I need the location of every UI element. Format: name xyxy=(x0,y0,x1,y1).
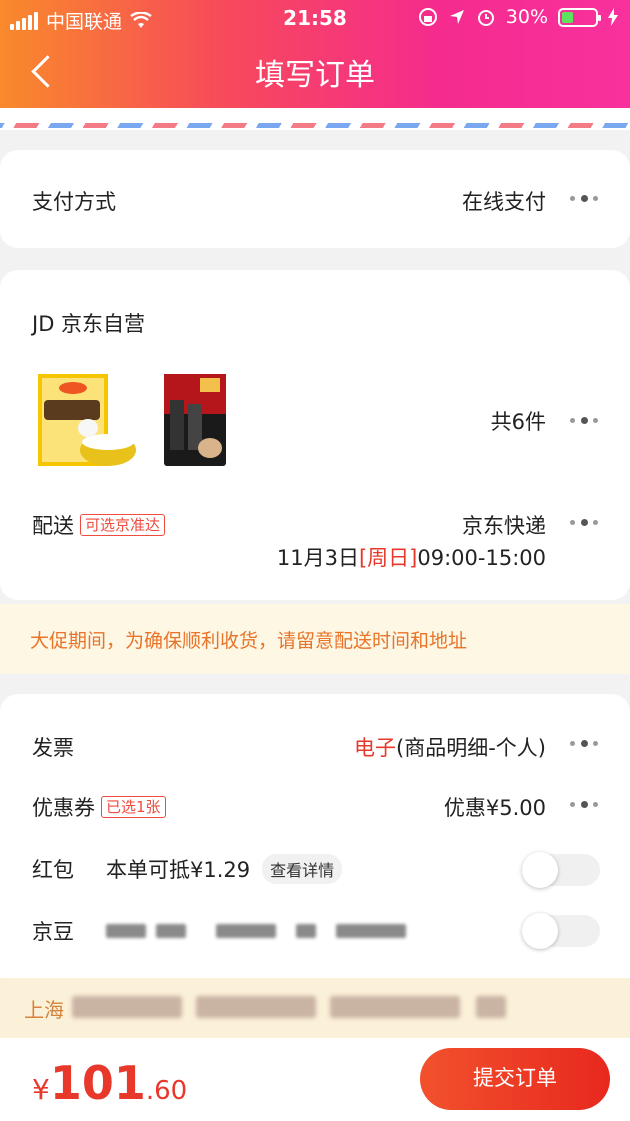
red-packet-text: 本单可抵¥1.29 xyxy=(106,858,251,882)
benefits-card: 发票 电子(商品明细-个人) 优惠券 已选1张 优惠¥5.00 红包 本单可抵¥… xyxy=(0,694,630,994)
more-icon[interactable] xyxy=(570,416,600,426)
address-bar[interactable]: 上海 xyxy=(0,978,630,1038)
address-redacted xyxy=(330,996,460,1018)
battery-icon xyxy=(558,7,601,27)
page-title: 填写订单 xyxy=(255,58,375,93)
payment-label: 支付方式 xyxy=(32,190,116,214)
coupon-tag: 已选1张 xyxy=(101,796,166,818)
address-redacted xyxy=(72,996,182,1018)
store-name: JD 京东自营 xyxy=(32,312,146,336)
notice-text: 大促期间，为确保顺利收货，请留意配送时间和地址 xyxy=(30,630,468,652)
invoice-value: 电子(商品明细-个人) xyxy=(354,736,546,760)
invoice-label: 发票 xyxy=(32,736,74,760)
more-icon[interactable] xyxy=(570,800,600,810)
red-packet-label: 红包 xyxy=(32,858,74,882)
promo-notice: 大促期间，为确保顺利收货，请留意配送时间和地址 xyxy=(0,604,630,674)
address-city: 上海 xyxy=(24,998,64,1022)
red-packet-toggle[interactable] xyxy=(522,852,600,888)
jingdou-label: 京豆 xyxy=(32,920,74,944)
coupon-label: 优惠券 xyxy=(32,796,95,820)
coupon-value: 优惠¥5.00 xyxy=(443,796,546,820)
jingdou-redacted-text xyxy=(106,924,416,940)
jingdou-toggle[interactable] xyxy=(522,913,600,949)
coupon-row[interactable]: 优惠券 已选1张 优惠¥5.00 xyxy=(32,792,598,822)
payment-value: 在线支付 xyxy=(462,190,546,214)
delivery-label: 配送 xyxy=(32,514,74,538)
delivery-time: 11月3日[周日]09:00-15:00 xyxy=(276,546,546,570)
store-card: JD 京东自营 共6件 配送 可选京准达 京东快递 11月3日[周日]09:00… xyxy=(0,270,630,600)
location-icon xyxy=(449,10,464,24)
item-count: 共6件 xyxy=(490,410,546,434)
address-stripe xyxy=(0,108,630,130)
lock-rotation-icon xyxy=(418,8,437,26)
red-packet-details-button[interactable]: 查看详情 xyxy=(262,854,343,884)
more-icon[interactable] xyxy=(570,739,600,749)
more-icon[interactable] xyxy=(570,194,600,204)
submit-order-button[interactable]: 提交订单 xyxy=(420,1048,610,1110)
status-bar: 中国联通 21:58 30% xyxy=(0,0,630,36)
charging-icon xyxy=(608,8,618,26)
address-redacted xyxy=(196,996,316,1018)
payment-card[interactable]: 支付方式 在线支付 xyxy=(0,150,630,248)
delivery-tag: 可选京准达 xyxy=(80,514,166,536)
checkout-bar: ¥101.60 提交订单 xyxy=(0,1038,630,1121)
battery-percent: 30% xyxy=(505,6,548,28)
header: 中国联通 21:58 30% 填写订单 xyxy=(0,0,630,108)
total-price: ¥101.60 xyxy=(32,1056,188,1110)
delivery-method: 京东快递 xyxy=(462,514,546,538)
alarm-icon xyxy=(477,10,494,26)
address-redacted xyxy=(476,996,506,1018)
nav-bar: 填写订单 xyxy=(0,36,630,104)
more-icon[interactable] xyxy=(570,518,600,528)
invoice-row[interactable]: 发票 电子(商品明细-个人) xyxy=(32,732,598,762)
